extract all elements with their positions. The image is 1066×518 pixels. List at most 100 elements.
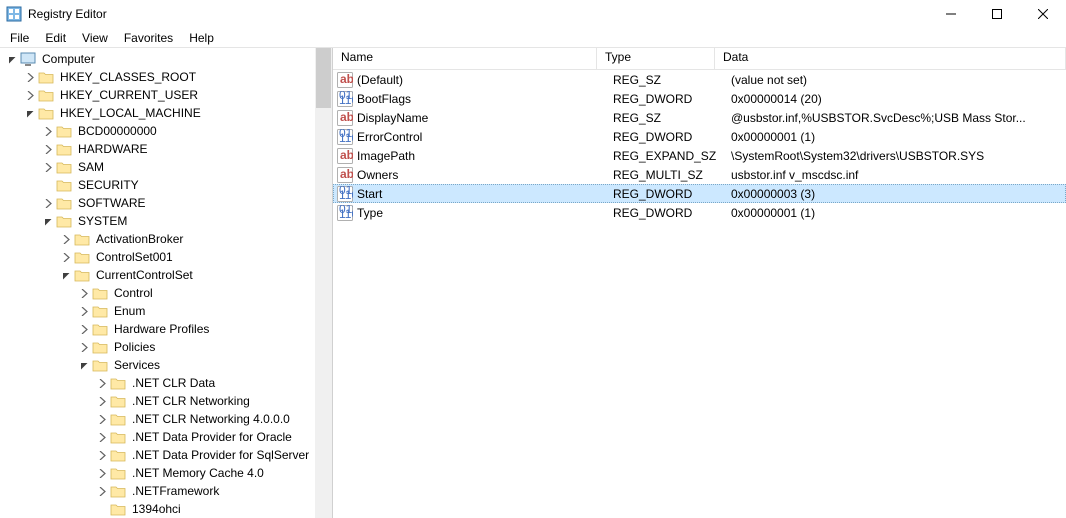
value-row[interactable]: (Default)REG_SZ(value not set) (333, 70, 1066, 89)
tree-node[interactable]: .NET CLR Networking 4.0.0.0 (0, 410, 332, 428)
menu-view[interactable]: View (74, 29, 116, 47)
chevron-down-icon[interactable] (4, 51, 20, 67)
value-row[interactable]: DisplayNameREG_SZ@usbstor.inf,%USBSTOR.S… (333, 108, 1066, 127)
tree-node[interactable]: Policies (0, 338, 332, 356)
tree-node[interactable]: .NETFramework (0, 482, 332, 500)
value-type: REG_DWORD (613, 206, 731, 220)
tree-node[interactable]: HKEY_CLASSES_ROOT (0, 68, 332, 86)
chevron-right-icon[interactable] (22, 87, 38, 103)
tree-node-label: HKEY_LOCAL_MACHINE (58, 105, 203, 121)
chevron-right-icon[interactable] (22, 69, 38, 85)
value-row[interactable]: StartREG_DWORD0x00000003 (3) (333, 184, 1066, 203)
chevron-right-icon[interactable] (40, 141, 56, 157)
tree-node[interactable]: BCD00000000 (0, 122, 332, 140)
tree-node[interactable]: Computer (0, 50, 332, 68)
tree-scrollbar[interactable] (315, 48, 332, 518)
value-name: Owners (357, 168, 613, 182)
folder-icon (110, 394, 126, 408)
tree-node-label: CurrentControlSet (94, 267, 195, 283)
chevron-right-icon[interactable] (58, 231, 74, 247)
chevron-right-icon[interactable] (94, 447, 110, 463)
value-list[interactable]: (Default)REG_SZ(value not set)BootFlagsR… (333, 70, 1066, 222)
chevron-right-icon[interactable] (76, 339, 92, 355)
value-type: REG_SZ (613, 73, 731, 87)
tree-node[interactable]: .NET Data Provider for SqlServer (0, 446, 332, 464)
minimize-button[interactable] (928, 0, 974, 28)
value-row[interactable]: BootFlagsREG_DWORD0x00000014 (20) (333, 89, 1066, 108)
chevron-right-icon[interactable] (40, 195, 56, 211)
value-name: BootFlags (357, 92, 613, 106)
window-buttons (928, 0, 1066, 28)
list-header: Name Type Data (333, 48, 1066, 70)
chevron-right-icon[interactable] (40, 123, 56, 139)
tree-node[interactable]: .NET CLR Data (0, 374, 332, 392)
column-name[interactable]: Name (333, 48, 597, 69)
tree-node[interactable]: SYSTEM (0, 212, 332, 230)
chevron-right-icon[interactable] (94, 375, 110, 391)
column-type[interactable]: Type (597, 48, 715, 69)
menu-file[interactable]: File (2, 29, 37, 47)
value-row[interactable]: OwnersREG_MULTI_SZusbstor.inf v_mscdsc.i… (333, 165, 1066, 184)
value-row[interactable]: ImagePathREG_EXPAND_SZ\SystemRoot\System… (333, 146, 1066, 165)
chevron-right-icon[interactable] (40, 159, 56, 175)
value-name: Start (357, 187, 613, 201)
tree-node-label: ActivationBroker (94, 231, 185, 247)
close-button[interactable] (1020, 0, 1066, 28)
regedit-icon (6, 6, 22, 22)
tree-node[interactable]: Services (0, 356, 332, 374)
chevron-down-icon[interactable] (58, 267, 74, 283)
tree-node-label: SYSTEM (76, 213, 129, 229)
chevron-right-icon[interactable] (94, 393, 110, 409)
folder-icon (56, 142, 72, 156)
tree-node[interactable]: .NET Memory Cache 4.0 (0, 464, 332, 482)
folder-icon (56, 160, 72, 174)
tree-scrollbar-thumb[interactable] (316, 48, 331, 108)
tree-node[interactable]: SAM (0, 158, 332, 176)
tree[interactable]: ComputerHKEY_CLASSES_ROOTHKEY_CURRENT_US… (0, 48, 332, 518)
tree-node[interactable]: Hardware Profiles (0, 320, 332, 338)
value-data: \SystemRoot\System32\drivers\USBSTOR.SYS (731, 149, 1066, 163)
chevron-right-icon[interactable] (94, 429, 110, 445)
value-row[interactable]: TypeREG_DWORD0x00000001 (1) (333, 203, 1066, 222)
computer-icon (20, 52, 36, 66)
folder-icon (38, 70, 54, 84)
folder-icon (92, 358, 108, 372)
tree-node[interactable]: ControlSet001 (0, 248, 332, 266)
value-name: (Default) (357, 73, 613, 87)
chevron-right-icon[interactable] (94, 483, 110, 499)
chevron-down-icon[interactable] (76, 357, 92, 373)
tree-node[interactable]: ActivationBroker (0, 230, 332, 248)
chevron-right-icon[interactable] (76, 303, 92, 319)
chevron-down-icon[interactable] (22, 105, 38, 121)
chevron-right-icon[interactable] (76, 285, 92, 301)
tree-node[interactable]: .NET Data Provider for Oracle (0, 428, 332, 446)
tree-node[interactable]: 1394ohci (0, 500, 332, 518)
folder-icon (110, 502, 126, 516)
chevron-right-icon[interactable] (94, 465, 110, 481)
tree-node[interactable]: HKEY_CURRENT_USER (0, 86, 332, 104)
value-name: ErrorControl (357, 130, 613, 144)
value-row[interactable]: ErrorControlREG_DWORD0x00000001 (1) (333, 127, 1066, 146)
tree-node[interactable]: Enum (0, 302, 332, 320)
chevron-right-icon[interactable] (58, 249, 74, 265)
titlebar: Registry Editor (0, 0, 1066, 28)
tree-node[interactable]: HARDWARE (0, 140, 332, 158)
tree-node-label: Control (112, 285, 155, 301)
menu-help[interactable]: Help (181, 29, 222, 47)
tree-node[interactable]: SOFTWARE (0, 194, 332, 212)
chevron-down-icon[interactable] (40, 213, 56, 229)
menu-edit[interactable]: Edit (37, 29, 74, 47)
chevron-right-icon[interactable] (94, 411, 110, 427)
tree-node[interactable]: HKEY_LOCAL_MACHINE (0, 104, 332, 122)
menu-favorites[interactable]: Favorites (116, 29, 181, 47)
chevron-right-icon[interactable] (76, 321, 92, 337)
tree-node[interactable]: Control (0, 284, 332, 302)
column-data[interactable]: Data (715, 48, 1066, 69)
tree-node-label: Hardware Profiles (112, 321, 211, 337)
tree-node[interactable]: CurrentControlSet (0, 266, 332, 284)
maximize-button[interactable] (974, 0, 1020, 28)
tree-node[interactable]: .NET CLR Networking (0, 392, 332, 410)
tree-node[interactable]: SECURITY (0, 176, 332, 194)
folder-icon (110, 430, 126, 444)
value-name: Type (357, 206, 613, 220)
